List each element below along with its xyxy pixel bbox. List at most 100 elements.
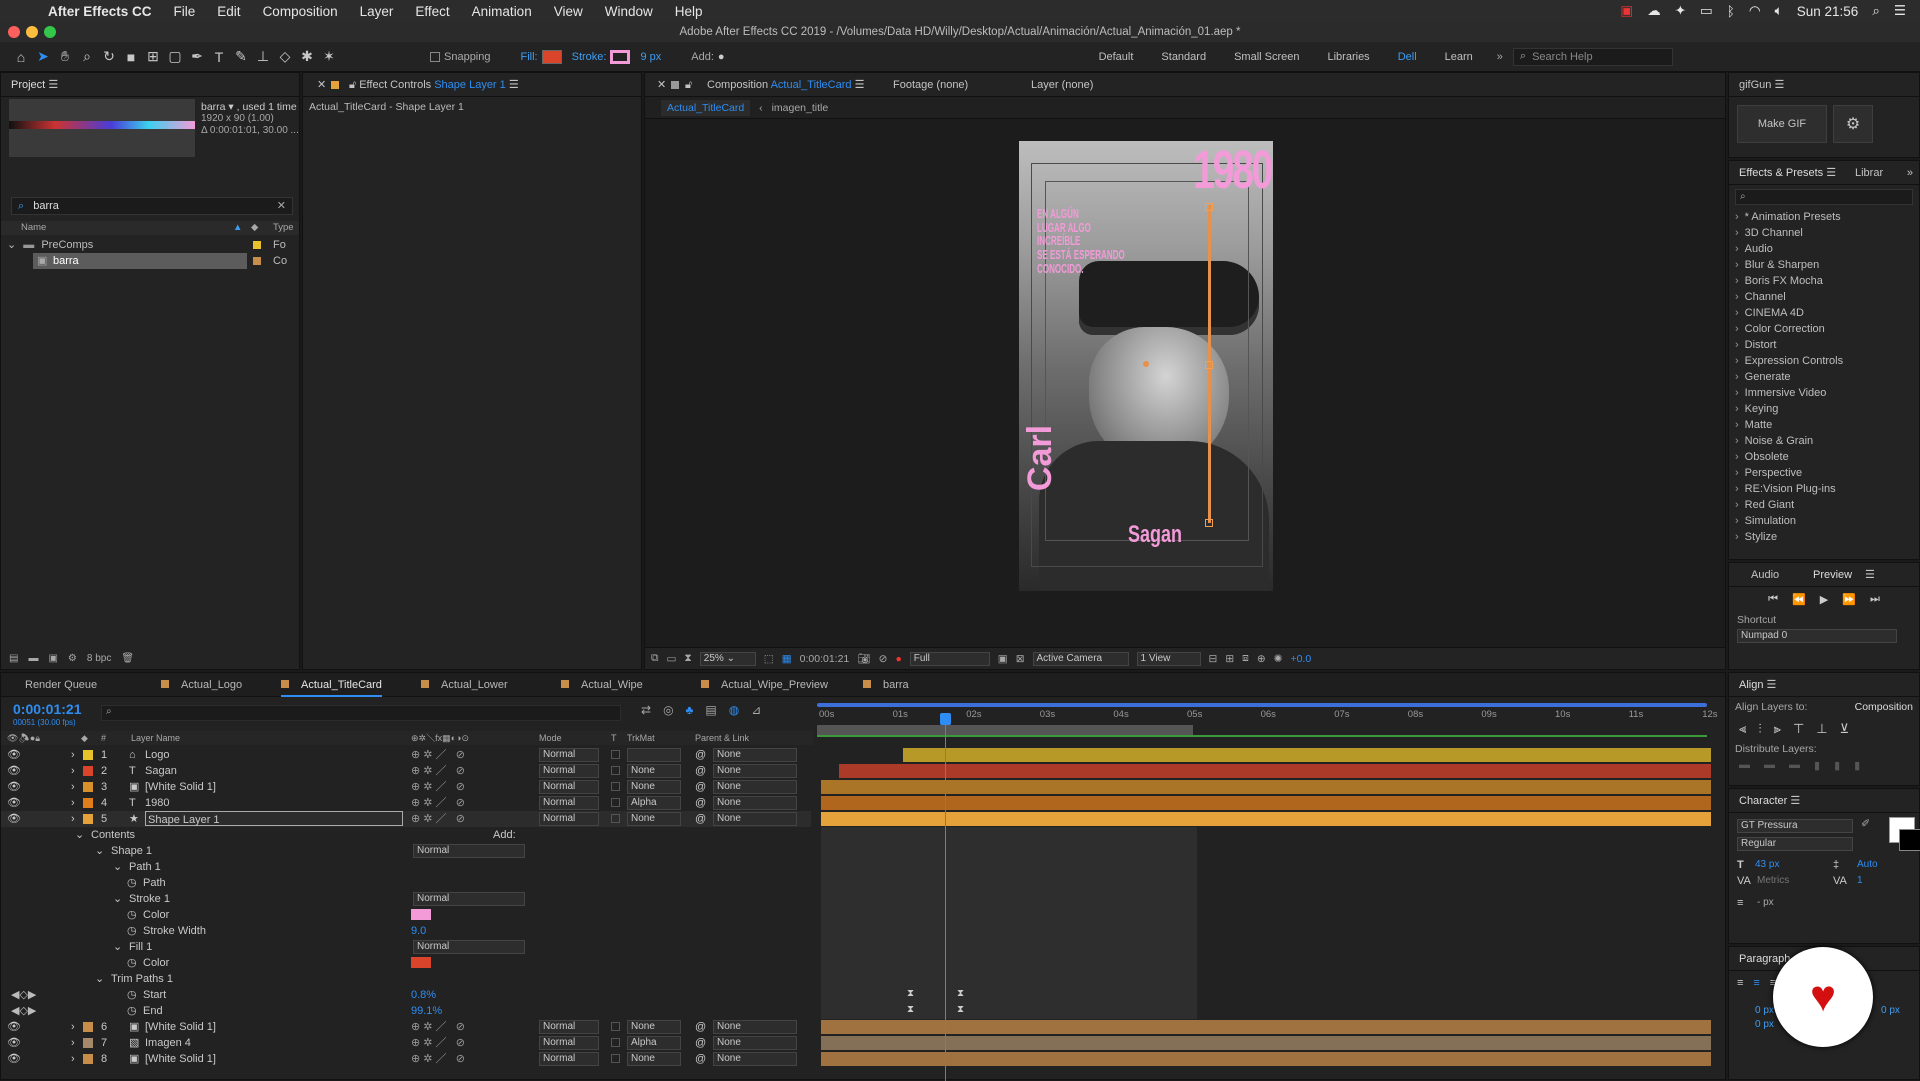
timeline-tab[interactable]: Actual_Lower	[421, 673, 508, 697]
font-size-value[interactable]: 43 px	[1755, 859, 1779, 870]
parent-select[interactable]: None	[713, 1052, 797, 1066]
menu-effect[interactable]: Effect	[415, 4, 449, 19]
align-to-select[interactable]: Composition	[1855, 701, 1913, 713]
snapshot-icon[interactable]: 📷︎	[857, 652, 870, 665]
mode-select[interactable]: Normal	[539, 1020, 599, 1034]
panel-more-icon[interactable]: »	[1907, 161, 1913, 185]
timeline-tab[interactable]: Actual_Wipe	[561, 673, 643, 697]
chevron-down-icon[interactable]: ⌄	[7, 239, 16, 251]
path-anchor-top[interactable]	[1205, 203, 1213, 211]
pickwhip-icon[interactable]: @	[695, 1035, 706, 1051]
effect-category[interactable]: RE:Vision Plug-ins	[1729, 481, 1919, 497]
property-row[interactable]: ◷ End 99.1% ◀◇▶	[1, 1003, 811, 1019]
effect-category[interactable]: Boris FX Mocha	[1729, 273, 1919, 289]
chevron-right-icon[interactable]: ›	[71, 763, 75, 779]
trim-end-value[interactable]: 99.1%	[411, 1003, 442, 1019]
effect-category[interactable]: Perspective	[1729, 465, 1919, 481]
label-icon[interactable]: ◆	[81, 731, 88, 745]
t-checkbox[interactable]	[611, 1038, 620, 1047]
pickwhip-icon[interactable]: @	[695, 747, 706, 763]
resolution-select[interactable]: Full	[909, 651, 990, 666]
mode-select[interactable]: Normal	[539, 780, 599, 794]
layer-label-swatch[interactable]	[83, 782, 93, 792]
flowchart-icon[interactable]: ⚙	[68, 653, 77, 664]
zoom-select[interactable]: 25% ⌄	[699, 651, 756, 666]
chevron-down-icon[interactable]: ⌄	[113, 939, 122, 955]
play-icon[interactable]: ▶	[1820, 593, 1828, 606]
layer-duration-bar[interactable]	[821, 1036, 1711, 1050]
stroke-width-unit[interactable]: - px	[1757, 897, 1774, 908]
trkmat-select[interactable]: None	[627, 1052, 681, 1066]
clear-search-icon[interactable]: ✕	[277, 198, 286, 214]
transparency-grid-icon[interactable]: ⊠	[1016, 653, 1025, 665]
distribute-icon[interactable]: ▮	[1854, 759, 1860, 772]
time-ruler[interactable]: 00s 01s 02s 03s 04s 05s 06s 07s 08s 09s 10s 11s 12s	[817, 703, 1718, 737]
align-left-text-icon[interactable]: ≡	[1737, 977, 1743, 989]
camera-tool-icon[interactable]: ■	[120, 46, 142, 68]
eye-icon[interactable]: 👁︎	[7, 1019, 21, 1035]
effect-category[interactable]: Immersive Video	[1729, 385, 1919, 401]
pickwhip-icon[interactable]: @	[695, 1051, 706, 1067]
parent-select[interactable]: None	[713, 764, 797, 778]
first-frame-icon[interactable]: ⏮	[1768, 593, 1778, 606]
align-tab[interactable]: Align ☰	[1729, 673, 1919, 697]
brush-tool-icon[interactable]: ✎	[230, 46, 252, 68]
current-time[interactable]: 0:00:01:21	[800, 653, 850, 665]
chevron-right-icon[interactable]: ›	[71, 1051, 75, 1067]
blend-mode-select[interactable]: Normal	[413, 892, 525, 906]
trkmat-select[interactable]: None	[627, 812, 681, 826]
tab-effects-presets[interactable]: Effects & Presets	[1739, 167, 1823, 179]
trkmat-select[interactable]	[627, 748, 681, 762]
path-anchor-bottom[interactable]	[1205, 519, 1213, 527]
region-icon[interactable]: ⬚	[764, 653, 774, 665]
minimize-window-button[interactable]	[26, 26, 38, 38]
workspace-learn[interactable]: Learn	[1445, 51, 1473, 63]
project-search-field[interactable]: ⌕ barra ✕	[11, 197, 293, 215]
chevron-right-icon[interactable]: ›	[71, 795, 75, 811]
distribute-icon[interactable]: ▬	[1789, 759, 1800, 772]
layer-name[interactable]: Shape Layer 1	[145, 811, 403, 826]
last-frame-icon[interactable]: ⏭	[1870, 593, 1880, 606]
align-right-icon[interactable]: ⫸	[1774, 721, 1781, 737]
layer-row[interactable]: 👁︎ › 4 T 1980 ⊕ ✲ ／ ⊘ Normal Alpha @ None	[1, 795, 811, 811]
effect-category[interactable]: Matte	[1729, 417, 1919, 433]
snapping-checkbox[interactable]	[430, 51, 440, 62]
flowchart-icon[interactable]: ⧈	[1242, 652, 1249, 665]
menu-composition[interactable]: Composition	[263, 4, 338, 19]
effect-category[interactable]: CINEMA 4D	[1729, 305, 1919, 321]
pan-behind-tool-icon[interactable]: ⊞	[142, 46, 164, 68]
blend-mode-select[interactable]: Normal	[413, 940, 525, 954]
comp-canvas[interactable]: 1980 EN ALGÚN LUGAR ALGO INCREÍBLE SE ES…	[1019, 141, 1273, 591]
pickwhip-icon[interactable]: @	[695, 1019, 706, 1035]
volume-icon[interactable]: 🔈︎	[1775, 3, 1783, 19]
effect-category[interactable]: Keying	[1729, 401, 1919, 417]
menu-edit[interactable]: Edit	[217, 4, 240, 19]
menu-file[interactable]: File	[174, 4, 196, 19]
trim-start-value[interactable]: 0.8%	[411, 987, 436, 1003]
mode-select[interactable]: Normal	[539, 812, 599, 826]
stopwatch-icon[interactable]: ◷	[127, 1003, 137, 1019]
close-tab-icon[interactable]: ✕	[657, 73, 666, 97]
workspace-more-icon[interactable]: »	[1497, 51, 1503, 63]
align-bottom-icon[interactable]: ⊻	[1840, 721, 1850, 737]
t-checkbox[interactable]	[611, 1022, 620, 1031]
trkmat-select[interactable]: Alpha	[627, 1036, 681, 1050]
property-row[interactable]: ⌄ Fill 1 Normal	[1, 939, 811, 955]
layer-row[interactable]: 👁︎ › 8 ▣ [White Solid 1] ⊕ ✲ ／ ⊘ Normal None @ No…	[1, 1051, 811, 1067]
next-frame-icon[interactable]: ⏩	[1842, 593, 1856, 606]
playhead-handle[interactable]	[940, 713, 951, 725]
close-window-button[interactable]	[8, 26, 20, 38]
keyframe-nav[interactable]: ◀◇▶	[11, 1003, 36, 1019]
clock[interactable]: Sun 21:56	[1797, 4, 1859, 19]
chevron-down-icon[interactable]: ⌄	[95, 843, 104, 859]
font-family-select[interactable]: GT Pressura	[1737, 819, 1853, 833]
layer-name[interactable]: [White Solid 1]	[145, 1051, 216, 1067]
stopwatch-icon[interactable]: ◷	[127, 875, 137, 891]
exposure-icon[interactable]: ✺	[1274, 653, 1283, 665]
tab-composition[interactable]: Composition Actual_TitleCard ☰	[707, 73, 864, 97]
pickwhip-icon[interactable]: @	[695, 779, 706, 795]
layer-switches[interactable]: ⊕ ✲ ／ ⊘	[411, 779, 465, 795]
pen-tool-icon[interactable]: ✒	[186, 46, 208, 68]
panel-menu-icon[interactable]: ☰	[1865, 563, 1875, 587]
align-top-icon[interactable]: ⊤	[1793, 721, 1804, 737]
